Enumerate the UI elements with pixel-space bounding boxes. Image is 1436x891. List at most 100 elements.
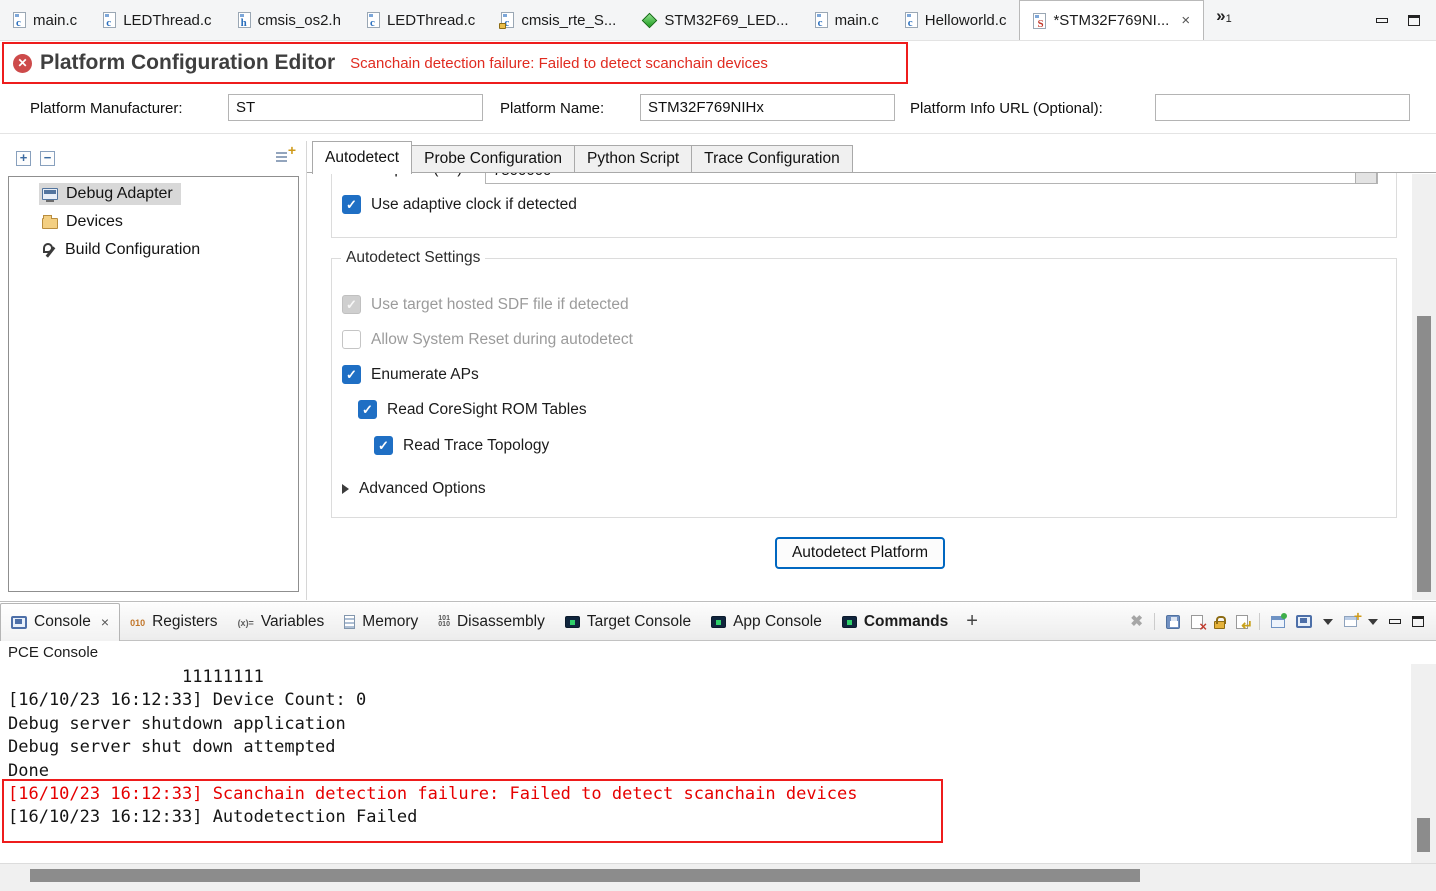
console-line: Debug server shut down attempted [8,736,1411,759]
platform-name-input[interactable] [640,94,895,121]
tree-item-build-configuration[interactable]: Build Configuration [9,236,298,264]
editor-tab-cmsis-rte[interactable]: c cmsis_rte_S... [488,0,629,40]
display-console-icon[interactable] [1296,615,1312,628]
tab-variables[interactable]: Variables [228,603,335,641]
console-scrollbar-thumb[interactable] [1417,818,1430,852]
platform-manufacturer-input[interactable] [228,94,483,121]
word-wrap-icon[interactable] [1236,615,1248,629]
checkbox-label: Use target hosted SDF file if detected [371,296,629,314]
scroll-lock-icon[interactable] [1214,621,1225,629]
tab-app-console[interactable]: App Console [701,603,832,641]
advanced-options-expander[interactable]: Advanced Options [342,480,486,498]
editor-tab-main-c[interactable]: c main.c [0,0,90,40]
console-tab-label: Console [34,613,91,631]
read-trace-topology-checkbox-row[interactable]: Read Trace Topology [374,436,549,455]
editor-tab-stm32f769-active[interactable]: S *STM32F769NI... × [1019,0,1204,40]
c-file-icon: c [367,12,380,28]
console-toolbar [1130,612,1436,631]
adaptive-clock-checkbox-row[interactable]: Use adaptive clock if detected [342,195,577,214]
c-file-icon: c [815,12,828,28]
tab-registers[interactable]: Registers [120,603,228,641]
minimize-icon[interactable] [1376,18,1388,23]
tab-memory[interactable]: Memory [334,603,428,641]
save-console-icon[interactable] [1166,615,1180,629]
close-tab-icon[interactable]: × [1181,12,1190,29]
editor-tab-label: LEDThread.c [387,12,475,29]
open-console-icon[interactable] [1344,616,1357,627]
tree-item-debug-adapter[interactable]: Debug Adapter [9,180,298,208]
read-rom-tables-checkbox-row[interactable]: Read CoreSight ROM Tables [358,400,587,419]
maximize-icon[interactable] [1408,15,1420,26]
console-tab-bar: Console × Registers Variables Memory Dis… [0,603,1436,641]
group-title: Autodetect Settings [341,249,485,267]
checkbox-label: Allow System Reset during autodetect [371,331,633,349]
add-configuration-icon[interactable] [276,148,296,166]
horizontal-scrollbar-thumb[interactable] [30,869,1140,882]
checkbox-label: Enumerate APs [371,366,479,384]
autodetect-platform-button[interactable]: Autodetect Platform [775,537,945,569]
tab-commands[interactable]: Commands [832,603,958,641]
console-subtitle: PCE Console [8,644,98,661]
close-console-tab-icon[interactable]: × [101,614,109,630]
tree-item-devices[interactable]: Devices [9,208,298,236]
configuration-tree: Debug Adapter Devices Build Configuratio… [8,176,299,592]
console-tab-label: Variables [261,613,324,631]
scrollbar-top-stub[interactable] [1355,173,1377,184]
remove-console-icon[interactable] [1130,612,1143,631]
checkbox-icon[interactable] [342,195,361,214]
tab-console[interactable]: Console × [0,603,120,641]
editor-tab-helloworld-c[interactable]: c Helloworld.c [892,0,1020,40]
target-console-icon [565,616,580,628]
tab-probe-configuration[interactable]: Probe Configuration [412,145,575,173]
platform-url-input[interactable] [1155,94,1410,121]
enumerate-aps-checkbox-row[interactable]: Enumerate APs [342,365,479,384]
tab-autodetect[interactable]: Autodetect [312,141,412,174]
target-console-icon [842,616,857,628]
console-line: [16/10/23 16:12:33] Device Count: 0 [8,689,1411,712]
console-error-annotation [2,779,943,843]
locked-file-icon: c [501,12,514,28]
editor-tab-cmsis-os2-h[interactable]: h cmsis_os2.h [225,0,354,40]
console-tab-label: Commands [864,613,948,631]
overflow-tabs-icon[interactable]: »1 [1204,0,1242,40]
variables-icon [238,613,254,631]
editor-tab-label: *STM32F769NI... [1053,12,1169,29]
tab-trace-configuration[interactable]: Trace Configuration [692,145,853,173]
checkbox-icon[interactable] [358,400,377,419]
registers-icon [130,613,145,631]
tree-item-label: Build Configuration [65,241,200,259]
folder-icon [42,218,58,229]
tab-target-console[interactable]: Target Console [555,603,701,641]
platform-url-label: Platform Info URL (Optional): [910,100,1103,117]
minimize-icon[interactable] [1389,619,1401,624]
editor-tab-label: STM32F69_LED... [664,12,788,29]
editor-tab-bar: c main.c c LEDThread.c h cmsis_os2.h c L… [0,0,1436,41]
maximize-icon[interactable] [1412,616,1424,627]
tab-disassembly[interactable]: Disassembly [428,603,555,641]
editor-tab-main-c-2[interactable]: c main.c [802,0,892,40]
clock-speed-input[interactable] [485,173,1378,184]
checkbox-icon[interactable] [374,436,393,455]
debug-adapter-icon [42,188,58,200]
h-file-icon: h [238,12,251,28]
expand-all-icon[interactable]: + [16,151,31,166]
editor-tab-stm32f69-led[interactable]: STM32F69_LED... [629,0,801,40]
add-view-button[interactable]: + [958,610,986,633]
main-scrollbar-thumb[interactable] [1417,316,1431,592]
c-file-icon: c [13,12,26,28]
editor-tab-label: main.c [835,12,879,29]
page-title: Platform Configuration Editor [40,51,335,75]
clear-console-icon[interactable] [1191,615,1203,629]
editor-tab-ledthread-c-2[interactable]: c LEDThread.c [354,0,488,40]
launch-config-icon [642,12,658,28]
tab-python-script[interactable]: Python Script [575,145,692,173]
pin-console-icon[interactable] [1271,616,1285,628]
dropdown-arrow-icon[interactable] [1368,619,1378,625]
console-icon [11,616,27,629]
checkbox-icon[interactable] [342,365,361,384]
collapse-all-icon[interactable]: − [40,151,55,166]
platform-manufacturer-label: Platform Manufacturer: [30,100,183,117]
dropdown-arrow-icon[interactable] [1323,619,1333,625]
platform-name-label: Platform Name: [500,100,604,117]
editor-tab-ledthread-c[interactable]: c LEDThread.c [90,0,224,40]
